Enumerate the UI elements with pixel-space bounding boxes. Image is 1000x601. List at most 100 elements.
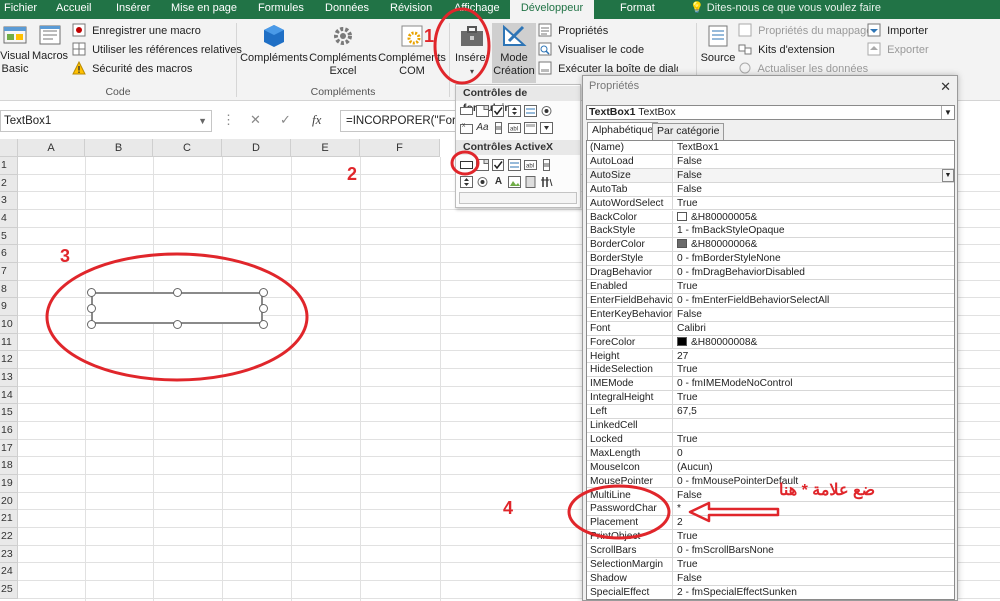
property-value[interactable]: False — [674, 183, 954, 196]
tab-developpeur[interactable]: Développeur — [510, 0, 594, 19]
visual-basic-button[interactable]: Visual Basic — [0, 23, 30, 76]
property-value[interactable]: Calibri — [674, 322, 954, 335]
macro-security-button[interactable]: Sécurité des macros — [72, 61, 192, 78]
insert-function-icon[interactable]: fx — [312, 112, 321, 128]
resize-handle[interactable] — [87, 288, 96, 297]
combo-list-icon[interactable] — [524, 122, 537, 134]
property-row[interactable]: MaxLength 0 — [587, 446, 954, 461]
property-row[interactable]: SpecialEffect 2 - fmSpecialEffectSunken — [587, 585, 954, 599]
property-value[interactable]: True — [674, 530, 954, 543]
group-box-icon[interactable]: X — [460, 122, 473, 134]
tab-accueil[interactable]: Accueil — [56, 0, 91, 19]
combo-box-icon[interactable] — [476, 105, 489, 117]
property-value[interactable] — [674, 419, 954, 432]
chevron-down-icon[interactable]: ▼ — [941, 106, 954, 119]
column-header-a[interactable]: A — [18, 139, 85, 157]
export-button[interactable]: Exporter — [867, 42, 929, 59]
tab-revision[interactable]: Révision — [390, 0, 432, 19]
tab-inserer[interactable]: Insérer — [116, 0, 150, 19]
property-row[interactable]: HideSelection True — [587, 363, 954, 378]
tab-alphabetique[interactable]: Alphabétique — [587, 122, 659, 141]
property-row[interactable]: Left 67,5 — [587, 405, 954, 419]
property-row[interactable]: PasswordChar * — [587, 502, 954, 517]
property-row[interactable]: Shadow False — [587, 571, 954, 586]
row-header[interactable]: 8 — [0, 280, 18, 299]
property-row[interactable]: MouseIcon (Aucun) — [587, 460, 954, 475]
property-row[interactable]: DragBehavior 0 - fmDragBehaviorDisabled — [587, 266, 954, 280]
property-value[interactable]: True — [674, 197, 954, 210]
property-row[interactable]: LinkedCell — [587, 419, 954, 433]
property-value[interactable]: TextBox1 — [674, 141, 954, 154]
activex-checkbox-icon[interactable] — [492, 159, 505, 171]
row-header[interactable]: 15 — [0, 404, 18, 423]
column-header-f[interactable]: F — [360, 139, 440, 157]
activex-text-box-icon[interactable]: abl — [524, 159, 537, 171]
object-selector[interactable]: TextBox1 TextBox ▼ — [586, 105, 955, 120]
property-row[interactable]: Enabled True — [587, 280, 954, 294]
resize-handle[interactable] — [259, 304, 268, 313]
property-value[interactable]: True — [674, 391, 954, 404]
macros-button[interactable]: Macros — [32, 23, 68, 63]
more-options-icon[interactable]: ⋮ — [222, 112, 235, 128]
property-row[interactable]: ForeColor &H80000008& — [587, 335, 954, 350]
property-value[interactable]: 1 - fmBackStyleOpaque — [674, 224, 954, 237]
close-icon[interactable]: ✕ — [940, 79, 951, 95]
column-header-d[interactable]: D — [222, 139, 291, 157]
row-header[interactable]: 5 — [0, 227, 18, 246]
column-header-c[interactable]: C — [153, 139, 222, 157]
property-row[interactable]: EnterKeyBehavior False — [587, 307, 954, 322]
property-value[interactable]: 0 — [674, 447, 954, 460]
property-value[interactable]: True — [674, 433, 954, 446]
resize-handle[interactable] — [259, 288, 268, 297]
property-value[interactable]: True — [674, 363, 954, 376]
tab-formules[interactable]: Formules — [258, 0, 304, 19]
resize-handle[interactable] — [173, 288, 182, 297]
activex-option-button-icon[interactable] — [476, 176, 489, 188]
addins-button[interactable]: Compléments — [239, 23, 309, 65]
property-value[interactable]: &H80000006& — [674, 238, 954, 251]
more-controls-icon[interactable] — [540, 176, 553, 188]
row-header[interactable]: 11 — [0, 333, 18, 352]
row-header[interactable]: 19 — [0, 475, 18, 493]
row-header[interactable]: 16 — [0, 422, 18, 440]
row-header[interactable]: 2 — [0, 174, 18, 193]
property-row[interactable]: BackColor &H80000005& — [587, 210, 954, 225]
tab-affichage[interactable]: Affichage — [454, 0, 500, 19]
property-row[interactable]: AutoSize False ▼ — [587, 168, 954, 183]
property-value[interactable]: 67,5 — [674, 405, 954, 418]
column-header-b[interactable]: B — [85, 139, 153, 157]
checkbox-icon[interactable] — [492, 105, 505, 117]
row-header[interactable]: 17 — [0, 439, 18, 458]
property-row[interactable]: (Name) TextBox1 — [587, 141, 954, 155]
label-icon[interactable]: Aa — [476, 122, 489, 134]
property-row[interactable]: SelectionMargin True — [587, 558, 954, 572]
property-row[interactable]: Placement 2 — [587, 516, 954, 531]
property-row[interactable]: Font Calibri — [587, 321, 954, 336]
relative-refs-button[interactable]: Utiliser les références relatives — [72, 42, 242, 59]
text-field-icon[interactable]: abl — [508, 122, 521, 134]
resize-handle[interactable] — [87, 320, 96, 329]
excel-addins-button[interactable]: Compléments Excel — [309, 23, 377, 78]
property-value[interactable]: 0 - fmBorderStyleNone — [674, 252, 954, 265]
property-value[interactable]: &H80000008& — [674, 336, 954, 349]
property-row[interactable]: Height 27 — [587, 349, 954, 364]
property-row[interactable]: IMEMode 0 - fmIMEModeNoControl — [587, 377, 954, 392]
resize-handle[interactable] — [87, 304, 96, 313]
import-button[interactable]: Importer — [867, 23, 928, 40]
property-row[interactable]: Locked True — [587, 432, 954, 447]
activex-label-icon[interactable]: A — [492, 176, 505, 188]
property-row[interactable]: AutoTab False — [587, 182, 954, 197]
view-code-button[interactable]: Visualiser le code — [538, 42, 644, 59]
row-header[interactable]: 10 — [0, 316, 18, 334]
row-header[interactable]: 6 — [0, 245, 18, 263]
activex-image-icon[interactable] — [508, 176, 521, 188]
activex-toggle-button-icon[interactable] — [524, 176, 537, 188]
property-value[interactable]: True — [674, 558, 954, 571]
property-value[interactable]: True — [674, 280, 954, 293]
row-header[interactable]: 1 — [0, 157, 18, 175]
name-box[interactable]: TextBox1 ▼ — [0, 110, 212, 132]
row-header[interactable]: 24 — [0, 563, 18, 582]
property-value[interactable]: 2 - fmSpecialEffectSunken — [674, 586, 954, 599]
property-row[interactable]: ScrollBars 0 - fmScrollBarsNone — [587, 544, 954, 558]
expansion-packs-button[interactable]: Kits d'extension — [738, 42, 835, 59]
